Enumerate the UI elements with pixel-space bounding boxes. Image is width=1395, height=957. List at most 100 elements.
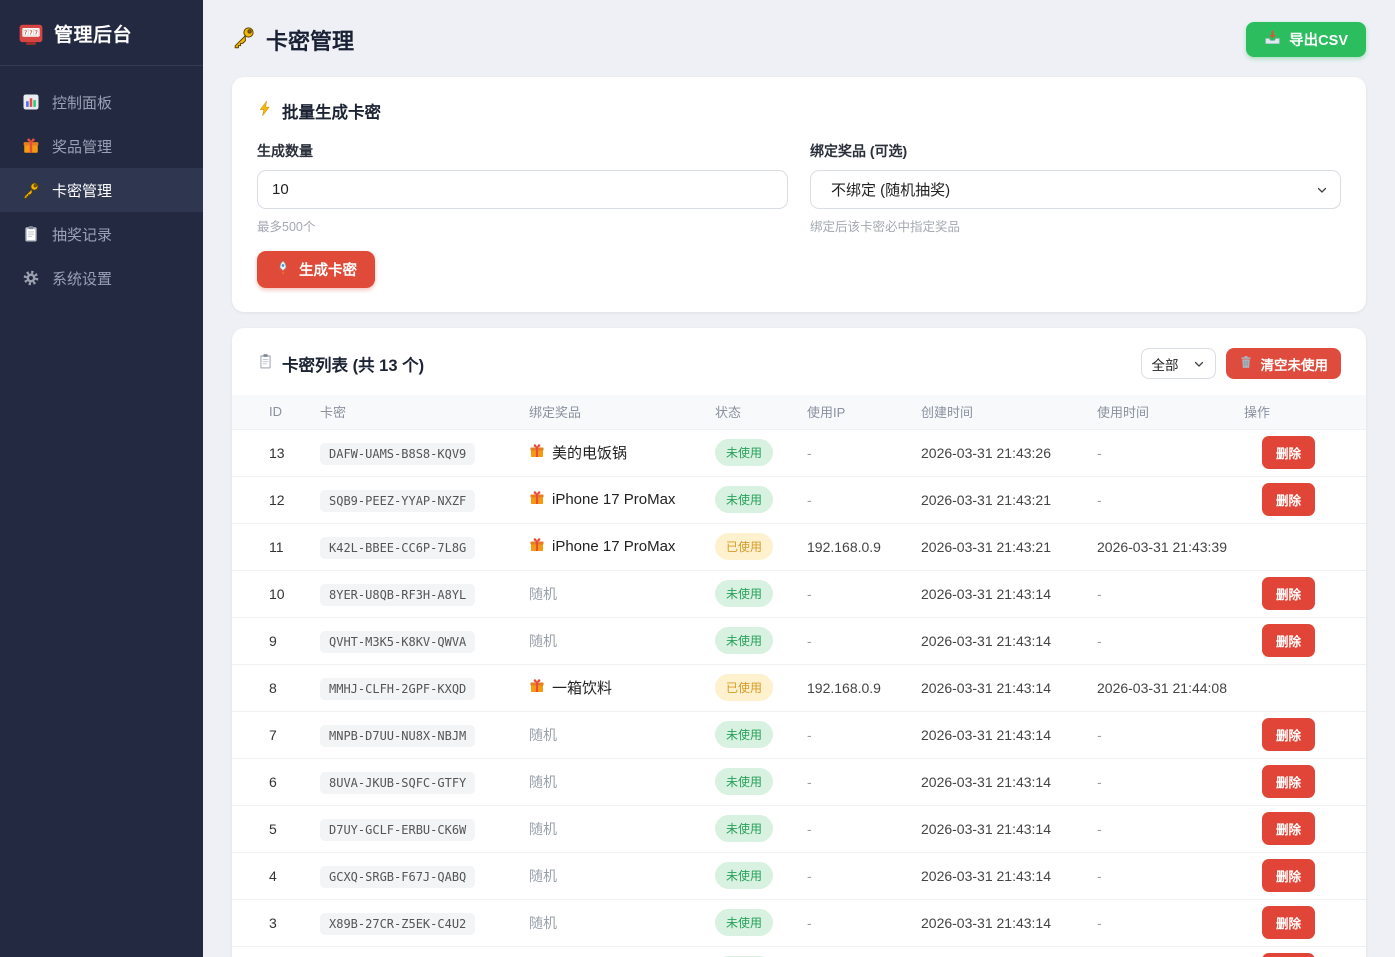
status-badge: 未使用 xyxy=(715,815,773,842)
cell-prize: 随机 xyxy=(529,774,557,790)
status-filter-select[interactable]: 全部 xyxy=(1141,348,1216,379)
cell-id: 7 xyxy=(232,711,314,758)
gear-icon xyxy=(22,269,40,287)
status-badge: 未使用 xyxy=(715,768,773,795)
cell-id: 13 xyxy=(232,429,314,476)
table-row: 108YER-U8QB-RF3H-A8YL随机未使用-2026-03-31 21… xyxy=(232,570,1366,617)
table-row: 8MMHJ-CLFH-2GPF-KXQD一箱饮料已使用192.168.0.920… xyxy=(232,664,1366,711)
cell-prize: iPhone 17 ProMax xyxy=(529,490,703,510)
column-header: ID xyxy=(232,395,314,429)
clear-unused-button[interactable]: 清空未使用 xyxy=(1226,348,1342,379)
page-title-group: 卡密管理 xyxy=(232,24,354,56)
status-badge: 已使用 xyxy=(715,674,773,701)
cell-id: 3 xyxy=(232,899,314,946)
bar-chart-icon xyxy=(22,93,40,111)
delete-button[interactable]: 删除 xyxy=(1262,624,1315,657)
column-header: 创建时间 xyxy=(915,395,1091,429)
card-code: 8YER-U8QB-RF3H-A8YL xyxy=(320,584,475,606)
card-code: D7UY-GCLF-ERBU-CK6W xyxy=(320,819,475,841)
delete-button[interactable]: 删除 xyxy=(1262,812,1315,845)
sidebar-item-settings[interactable]: 系统设置 xyxy=(0,256,203,300)
cell-prize: 随机 xyxy=(529,633,557,649)
cell-created: 2026-03-31 21:43:14 xyxy=(915,899,1091,946)
cell-id: 10 xyxy=(232,570,314,617)
cell-used-at: - xyxy=(1091,758,1238,805)
prize-field: 绑定奖品 (可选) 不绑定 (随机抽奖) 绑定后该卡密必中指定奖品 xyxy=(810,141,1341,235)
prize-label: 绑定奖品 (可选) xyxy=(810,141,1341,161)
cell-ip: - xyxy=(801,805,915,852)
prize-select[interactable]: 不绑定 (随机抽奖) xyxy=(810,170,1341,209)
gift-icon xyxy=(22,137,40,155)
delete-button[interactable]: 删除 xyxy=(1262,718,1315,751)
cell-ip: 192.168.0.9 xyxy=(801,664,915,711)
column-header: 使用IP xyxy=(801,395,915,429)
card-code: 8UVA-JKUB-SQFC-GTFY xyxy=(320,772,475,794)
delete-button[interactable]: 删除 xyxy=(1262,483,1315,516)
table-row: 9QVHT-M3K5-K8KV-QWVA随机未使用-2026-03-31 21:… xyxy=(232,617,1366,664)
gift-icon xyxy=(529,490,545,510)
delete-button[interactable]: 删除 xyxy=(1262,953,1315,957)
batch-generate-card: 批量生成卡密 生成数量 最多500个 绑定奖品 (可选) 不绑定 (随机抽奖) … xyxy=(232,77,1366,312)
generate-form: 生成数量 最多500个 绑定奖品 (可选) 不绑定 (随机抽奖) 绑定后该卡密必… xyxy=(257,141,1341,235)
cell-used-at: 2026-03-31 21:43:39 xyxy=(1091,523,1238,570)
lightning-icon xyxy=(257,100,274,122)
cell-id: 6 xyxy=(232,758,314,805)
sidebar-menu: 控制面板奖品管理卡密管理抽奖记录系统设置 xyxy=(0,66,203,300)
cell-used-at: 2026-03-31 21:44:08 xyxy=(1091,664,1238,711)
sidebar-item-label: 控制面板 xyxy=(52,92,112,113)
page-title: 卡密管理 xyxy=(266,24,354,56)
cell-used-at: - xyxy=(1091,711,1238,758)
cell-ip: - xyxy=(801,946,915,957)
status-badge: 未使用 xyxy=(715,721,773,748)
column-header: 绑定奖品 xyxy=(523,395,709,429)
key-icon xyxy=(22,181,40,199)
quantity-input[interactable] xyxy=(257,170,788,209)
delete-button[interactable]: 删除 xyxy=(1262,906,1315,939)
rocket-icon xyxy=(275,260,291,280)
status-badge: 未使用 xyxy=(715,580,773,607)
cell-created: 2026-03-31 21:43:14 xyxy=(915,758,1091,805)
cell-prize: 随机 xyxy=(529,868,557,884)
cell-ip: - xyxy=(801,429,915,476)
cell-used-at: - xyxy=(1091,899,1238,946)
gift-icon xyxy=(529,443,545,463)
chevron-down-icon xyxy=(1316,184,1328,196)
cell-ip: - xyxy=(801,758,915,805)
cell-id: 4 xyxy=(232,852,314,899)
delete-button[interactable]: 删除 xyxy=(1262,436,1315,469)
table-row: 3X89B-27CR-Z5EK-C4U2随机未使用-2026-03-31 21:… xyxy=(232,899,1366,946)
cell-ip: - xyxy=(801,617,915,664)
sidebar-item-cards[interactable]: 卡密管理 xyxy=(0,168,203,212)
delete-button[interactable]: 删除 xyxy=(1262,859,1315,892)
sidebar-item-prizes[interactable]: 奖品管理 xyxy=(0,124,203,168)
table-row: 5D7UY-GCLF-ERBU-CK6W随机未使用-2026-03-31 21:… xyxy=(232,805,1366,852)
cell-id: 11 xyxy=(232,523,314,570)
status-badge: 未使用 xyxy=(715,486,773,513)
card-code: X89B-27CR-Z5EK-C4U2 xyxy=(320,913,475,935)
delete-button[interactable]: 删除 xyxy=(1262,765,1315,798)
svg-text:7: 7 xyxy=(35,30,38,36)
table-header-row: ID卡密绑定奖品状态使用IP创建时间使用时间操作 xyxy=(232,395,1366,429)
cell-created: 2026-03-31 21:43:26 xyxy=(915,429,1091,476)
cell-ip: 192.168.0.9 xyxy=(801,523,915,570)
cell-prize: 美的电饭锅 xyxy=(529,442,703,463)
sidebar-item-label: 卡密管理 xyxy=(52,180,112,201)
sidebar-item-label: 奖品管理 xyxy=(52,136,112,157)
delete-button[interactable]: 删除 xyxy=(1262,577,1315,610)
table-row: 13DAFW-UAMS-B8S8-KQV9美的电饭锅未使用-2026-03-31… xyxy=(232,429,1366,476)
column-header: 使用时间 xyxy=(1091,395,1238,429)
cell-created: 2026-03-31 21:43:14 xyxy=(915,617,1091,664)
export-csv-button[interactable]: 导出CSV xyxy=(1246,22,1366,57)
generate-button[interactable]: 生成卡密 xyxy=(257,251,375,288)
download-tray-icon xyxy=(1264,29,1281,50)
table-row: 11K42L-BBEE-CC6P-7L8GiPhone 17 ProMax已使用… xyxy=(232,523,1366,570)
sidebar-item-records[interactable]: 抽奖记录 xyxy=(0,212,203,256)
clipboard-icon xyxy=(257,353,274,375)
sidebar-item-dashboard[interactable]: 控制面板 xyxy=(0,80,203,124)
cell-ip: - xyxy=(801,570,915,617)
table-row: 2W8L5-HQC9-ZQ2N-RASX随机未使用-2026-03-31 21:… xyxy=(232,946,1366,957)
app-root: 777 管理后台 控制面板奖品管理卡密管理抽奖记录系统设置 卡密管理 导出CSV… xyxy=(0,0,1395,957)
clipboard-icon xyxy=(22,225,40,243)
cell-created: 2026-03-31 21:43:14 xyxy=(915,852,1091,899)
cell-prize: 随机 xyxy=(529,821,557,837)
